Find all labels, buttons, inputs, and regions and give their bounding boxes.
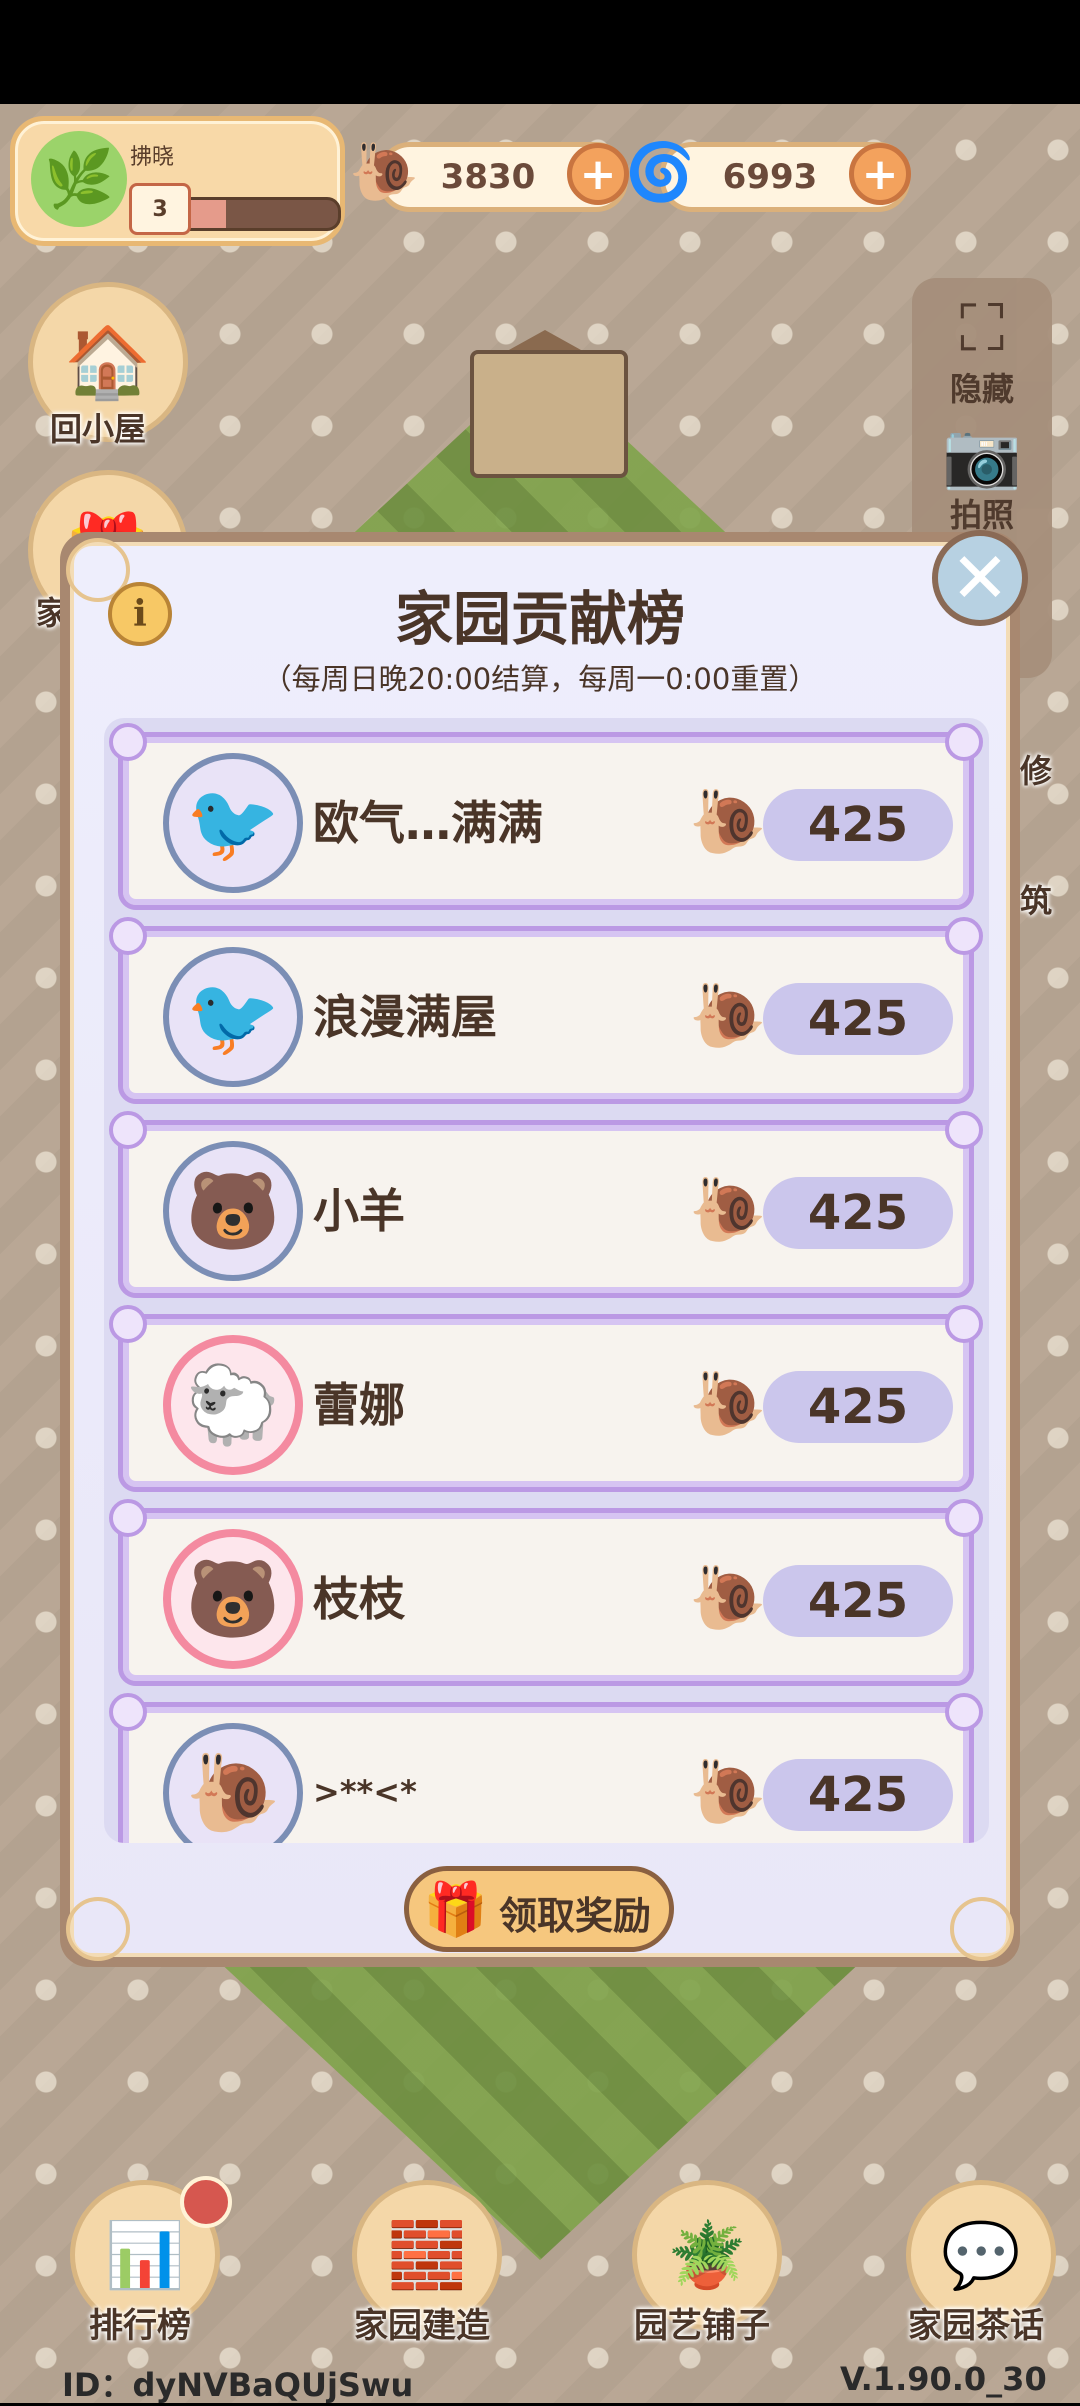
player-avatar: 🐌 <box>163 1723 303 1843</box>
house-deco <box>470 350 628 478</box>
ranking-row: 🐦 欧气…满满 🐌 425 <box>109 723 983 910</box>
snail-trophy-icon: 🐌 <box>689 1561 767 1634</box>
home-label: 回小屋 <box>50 410 147 448</box>
score-pill: 425 <box>763 1371 953 1443</box>
nav-ranking-label: 排行榜 <box>89 2306 191 2346</box>
snail-trophy-icon: 🐌 <box>689 1755 767 1828</box>
ranking-row: 🐦 浪漫满屋 🐌 425 <box>109 917 983 1104</box>
corner-ornament <box>66 1897 130 1961</box>
player-name: 小羊 <box>313 1184 405 1238</box>
nav-chat-label: 家园茶话 <box>908 2306 1044 2346</box>
nav-shop-label: 园艺铺子 <box>634 2306 770 2346</box>
player-avatar: 🐻 <box>163 1529 303 1669</box>
score-value: 425 <box>807 991 909 1047</box>
player-profile[interactable]: 🌿 拂晓 3 <box>10 116 345 246</box>
hide-icon[interactable]: ⛶ <box>932 292 1032 366</box>
nav-chat[interactable]: 💬 家园茶话 <box>896 2180 1056 2350</box>
partial-right-label-1: 修 <box>1020 752 1053 790</box>
partial-right-label-2: 筑 <box>1020 882 1053 920</box>
nav-shop[interactable]: 🪴 园艺铺子 <box>622 2180 782 2350</box>
player-name: 枝枝 <box>313 1572 405 1626</box>
score-value: 425 <box>807 1767 909 1823</box>
hide-label[interactable]: 隐藏 <box>912 364 1052 410</box>
claim-reward-button[interactable]: 🎁 领取奖励 <box>404 1866 674 1952</box>
ranking-row: 🐻 小羊 🐌 425 <box>109 1111 983 1298</box>
snail-trophy-icon: 🐌 <box>689 1367 767 1440</box>
spiral-icon: 🌀 <box>625 140 695 205</box>
camera-icon[interactable]: 📷 <box>932 418 1032 493</box>
score-pill: 425 <box>763 1177 953 1249</box>
nav-ranking[interactable]: 📊 排行榜 <box>60 2176 232 2350</box>
spiral-currency-add-button[interactable]: + <box>849 143 911 205</box>
ranking-row: 🐑 蕾娜 🐌 425 <box>109 1305 983 1492</box>
ranking-row: 🐌 >**<* 🐌 425 <box>109 1693 983 1843</box>
snail-trophy-icon: 🐌 <box>349 140 419 205</box>
snail-trophy-icon: 🐌 <box>689 979 767 1052</box>
score-pill: 425 <box>763 983 953 1055</box>
score-pill: 425 <box>763 1759 953 1831</box>
snail-trophy-icon: 🐌 <box>689 785 767 858</box>
player-avatar: 🐦 <box>163 753 303 893</box>
player-id: ID：dyNVBaQUjSwu <box>62 2366 414 2404</box>
ranking-list[interactable]: 🐦 欧气…满满 🐌 425 🐦 浪漫满屋 🐌 425 🐻 小羊 🐌 425 🐑 … <box>104 718 989 1843</box>
nav-build[interactable]: 🧱 家园建造 <box>342 2180 502 2350</box>
ranking-row: 🐻 枝枝 🐌 425 <box>109 1499 983 1686</box>
player-avatar: 🐦 <box>163 947 303 1087</box>
claim-reward-label: 领取奖励 <box>499 1894 652 1938</box>
modal-title: 家园贡献榜 <box>394 585 685 653</box>
modal-subtitle: （每周日晚20:00结算，每周一0:00重置） <box>262 662 818 696</box>
score-pill: 425 <box>763 789 953 861</box>
level-badge: 3 <box>129 183 191 235</box>
corner-ornament <box>950 1897 1014 1961</box>
score-value: 425 <box>807 1185 909 1241</box>
nav-build-label: 家园建造 <box>354 2306 490 2346</box>
score-value: 425 <box>807 1379 909 1435</box>
player-name: 浪漫满屋 <box>313 990 497 1044</box>
player-name: 蕾娜 <box>313 1378 405 1432</box>
player-name: 拂晓 <box>130 145 175 170</box>
player-avatar: 🐻 <box>163 1141 303 1281</box>
player-name: 欧气…满满 <box>313 796 543 850</box>
score-value: 425 <box>807 797 909 853</box>
score-value: 425 <box>807 1573 909 1629</box>
player-name: >**<* <box>313 1773 417 1811</box>
notification-dot <box>180 2176 232 2228</box>
spiral-currency-value: 6993 <box>722 157 818 197</box>
house-icon: 🏠 <box>64 320 152 403</box>
gift-icon: 🎁 <box>423 1880 488 1940</box>
version-label: V.1.90.0_30 <box>840 2360 1047 2398</box>
plant-avatar-icon: 🌿 <box>31 131 127 227</box>
snail-currency-value: 3830 <box>440 157 536 197</box>
status-bar <box>0 0 1080 104</box>
player-avatar: 🐑 <box>163 1335 303 1475</box>
score-pill: 425 <box>763 1565 953 1637</box>
level-progress-bar <box>175 197 341 231</box>
snail-trophy-icon: 🐌 <box>689 1173 767 1246</box>
